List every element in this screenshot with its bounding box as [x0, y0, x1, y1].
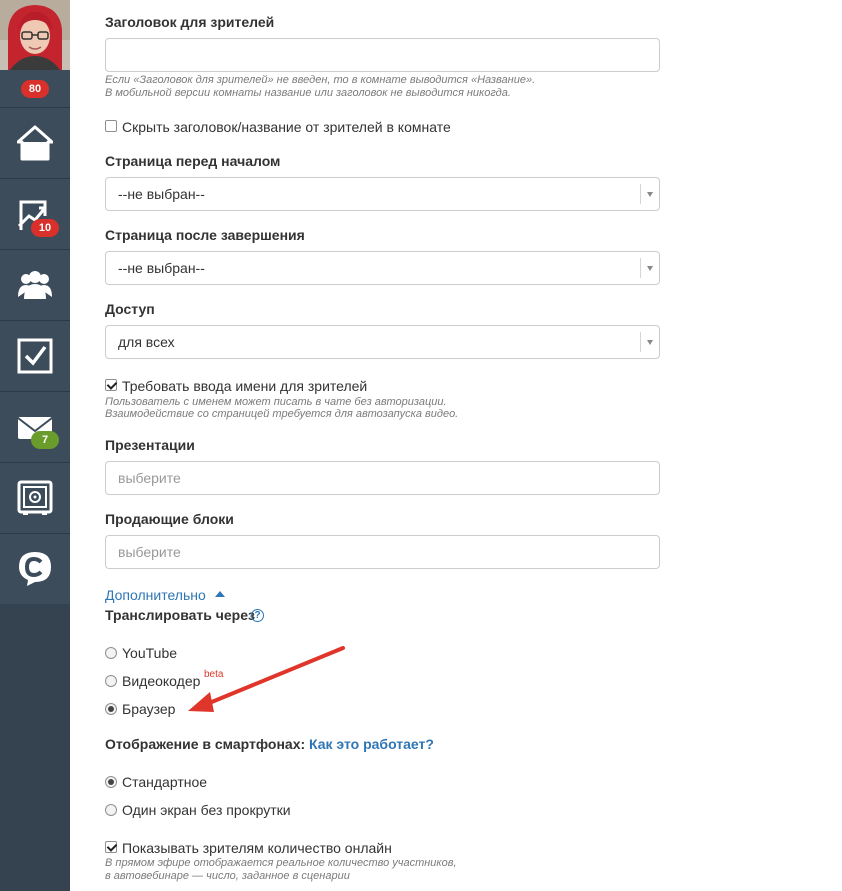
sidebar-item-users[interactable]	[0, 250, 70, 321]
show-online-checkbox[interactable]	[105, 841, 117, 853]
standard-radio[interactable]	[105, 776, 117, 788]
sidebar-item-brand[interactable]	[0, 534, 70, 605]
stats-badge: 10	[31, 219, 59, 237]
select-separator	[640, 184, 641, 204]
youtube-radio[interactable]	[105, 647, 117, 659]
access-label: Доступ	[105, 301, 155, 317]
single-screen-radio[interactable]	[105, 804, 117, 816]
hide-title-label: Скрыть заголовок/название от зрителей в …	[122, 119, 451, 135]
annotation-arrow-icon	[188, 646, 345, 712]
sidebar-item-tasks[interactable]	[0, 321, 70, 392]
show-online-hint-1: В прямом эфире отображается реальное кол…	[105, 857, 457, 869]
access-value: для всех	[118, 334, 175, 350]
hide-title-checkbox[interactable]	[105, 120, 117, 132]
browser-radio[interactable]	[105, 703, 117, 715]
presentations-input[interactable]: выберите	[105, 461, 660, 495]
show-online-label: Показывать зрителям количество онлайн	[122, 840, 392, 856]
safe-icon	[17, 480, 53, 515]
page-after-select[interactable]: --не выбран--	[105, 251, 660, 285]
viewer-title-label: Заголовок для зрителей	[105, 14, 275, 30]
require-name-hint-2: Взаимодействие со страницей требуется дл…	[105, 408, 459, 420]
page-before-value: --не выбран--	[118, 186, 205, 202]
chevron-down-icon	[647, 266, 653, 271]
checkbox-icon	[17, 338, 53, 374]
show-online-hint-2: в автовебинаре — число, заданное в сцена…	[105, 870, 350, 882]
avatar[interactable]	[0, 0, 70, 70]
page-after-value: --не выбран--	[118, 260, 205, 276]
viewer-title-hint-1: Если «Заголовок для зрителей» не введен,…	[105, 74, 536, 86]
chevron-down-icon	[647, 192, 653, 197]
viewer-title-hint-2: В мобильной версии комнаты название или …	[105, 87, 511, 99]
sidebar: 80 10 7	[0, 0, 70, 891]
selling-blocks-label: Продающие блоки	[105, 511, 234, 527]
mobile-display-label: Отображение в смартфонах:	[105, 736, 306, 752]
advanced-toggle[interactable]: Дополнительно	[105, 586, 206, 604]
broadcast-label: Транслировать через	[105, 607, 255, 623]
sidebar-item-safe[interactable]	[0, 463, 70, 534]
page-after-label: Страница после завершения	[105, 227, 305, 243]
user-block: 80	[0, 0, 70, 108]
standard-label: Стандартное	[122, 774, 208, 790]
caret-up-icon[interactable]	[215, 591, 225, 597]
users-icon	[18, 271, 52, 299]
page-before-label: Страница перед началом	[105, 153, 281, 169]
how-it-works-link[interactable]: Как это работает?	[309, 736, 434, 752]
chevron-down-icon	[647, 340, 653, 345]
access-select[interactable]: для всех	[105, 325, 660, 359]
mobile-display-row: Отображение в смартфонах: Как это работа…	[105, 736, 434, 752]
selling-blocks-input[interactable]: выберите	[105, 535, 660, 569]
notifications-badge: 80	[21, 80, 49, 98]
select-separator	[640, 258, 641, 278]
select-separator	[640, 332, 641, 352]
browser-label: Браузер	[122, 701, 176, 717]
presentations-label: Презентации	[105, 437, 195, 453]
sidebar-item-stats[interactable]: 10	[0, 179, 70, 250]
sidebar-item-mail[interactable]: 7	[0, 392, 70, 463]
home-icon	[17, 125, 53, 161]
mail-badge: 7	[31, 431, 59, 449]
encoder-radio[interactable]	[105, 675, 117, 687]
require-name-checkbox[interactable]	[105, 379, 117, 391]
page-before-select[interactable]: --не выбран--	[105, 177, 660, 211]
require-name-label: Требовать ввода имени для зрителей	[122, 378, 368, 394]
youtube-label: YouTube	[122, 645, 178, 661]
advanced-toggle-label[interactable]: Дополнительно	[105, 587, 206, 603]
help-icon[interactable]: ?	[251, 609, 264, 622]
sidebar-item-home[interactable]	[0, 108, 70, 179]
single-screen-label: Один экран без прокрутки	[122, 802, 291, 818]
viewer-title-input[interactable]	[105, 38, 660, 72]
sidebar-empty-area	[0, 604, 70, 891]
brand-logo-icon	[19, 552, 51, 586]
